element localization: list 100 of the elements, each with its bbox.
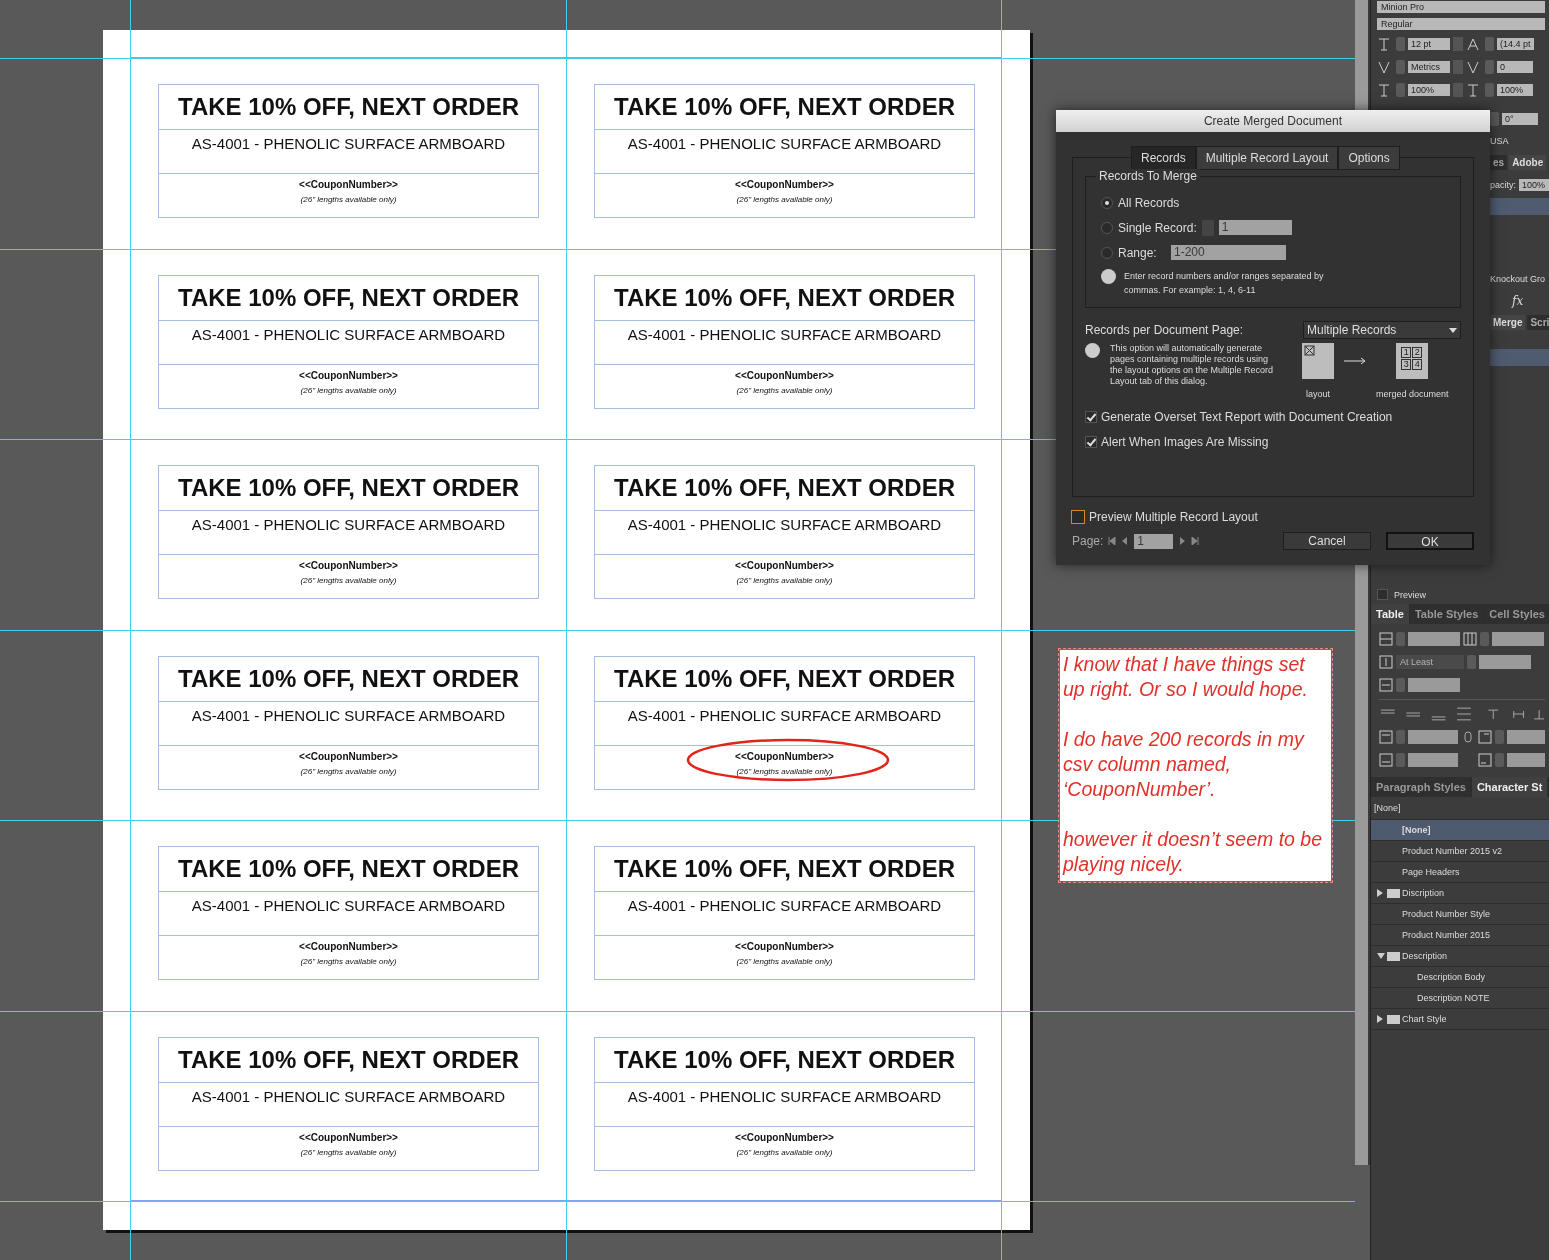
- page-field[interactable]: 1: [1134, 533, 1174, 549]
- right-inset-field[interactable]: [1506, 753, 1545, 767]
- radio-button[interactable]: [1101, 246, 1113, 259]
- dialog-button[interactable]: Cancel: [1283, 532, 1371, 550]
- coupon-product: AS-4001 - PHENOLIC SURFACE ARMBOARD: [159, 892, 538, 936]
- style-item[interactable]: Description Body: [1371, 967, 1549, 988]
- option-label: Single Record:: [1118, 220, 1197, 235]
- arrow-icon: [1344, 357, 1366, 365]
- record-field[interactable]: 1-200: [1171, 245, 1286, 260]
- stepper-icon[interactable]: [1490, 111, 1499, 126]
- top-inset-icon: [1379, 730, 1393, 744]
- stepper-icon[interactable]: [1485, 37, 1494, 51]
- column-width-field[interactable]: [1408, 678, 1460, 692]
- coupon-product: AS-4001 - PHENOLIC SURFACE ARMBOARD: [595, 701, 974, 746]
- coupon-number-field: <<CouponNumber>>: [735, 941, 834, 952]
- vertical-scale-field[interactable]: 100%: [1408, 84, 1450, 96]
- coupon-note: (26" lengths available only): [736, 385, 833, 395]
- dialog-tab[interactable]: Options: [1338, 146, 1400, 170]
- stepper-icon[interactable]: [1485, 83, 1494, 97]
- stepper-icon[interactable]: [1396, 678, 1405, 692]
- dialog-button[interactable]: OK: [1386, 532, 1474, 550]
- layout-page-icon: [1302, 343, 1334, 379]
- font-field[interactable]: Minion Pro: [1377, 1, 1545, 13]
- stepper-icon[interactable]: [1494, 753, 1504, 767]
- checkbox[interactable]: [1085, 410, 1097, 423]
- selected-row[interactable]: [1488, 198, 1549, 215]
- panel-tab[interactable]: Merge: [1490, 315, 1526, 330]
- horizontal-scale-field[interactable]: 100%: [1497, 84, 1533, 96]
- style-item[interactable]: Page Headers: [1371, 862, 1549, 883]
- stepper-icon[interactable]: [1494, 730, 1504, 744]
- record-field[interactable]: 1: [1218, 220, 1292, 235]
- panel-tab[interactable]: Adobe: [1509, 155, 1547, 170]
- record-number: 2: [1412, 347, 1423, 358]
- leading-field[interactable]: (14.4 pt: [1497, 38, 1534, 50]
- stepper-icon[interactable]: [1396, 753, 1405, 767]
- stepper-icon[interactable]: [1480, 632, 1489, 646]
- stepper-icon[interactable]: [1396, 730, 1405, 744]
- coupon-title: TAKE 10% OFF, NEXT ORDER: [159, 275, 538, 321]
- next-page-icon[interactable]: [1178, 537, 1187, 545]
- stepper-icon[interactable]: [1396, 632, 1405, 646]
- stepper-icon[interactable]: [1396, 60, 1405, 74]
- left-inset-field[interactable]: [1506, 730, 1545, 744]
- bottom-inset-field[interactable]: [1408, 753, 1459, 767]
- previous-page-icon[interactable]: [1121, 537, 1130, 545]
- coupon-title: TAKE 10% OFF, NEXT ORDER: [159, 466, 538, 511]
- last-page-icon[interactable]: [1191, 537, 1200, 545]
- row-height-dropdown[interactable]: At Least: [1396, 655, 1464, 669]
- diagram-caption: merged document: [1376, 389, 1449, 399]
- stepper-icon[interactable]: [1396, 83, 1405, 97]
- style-item[interactable]: [None]: [1371, 820, 1549, 841]
- group-legend: Records To Merge: [1096, 169, 1200, 183]
- effects-button[interactable]: fx: [1512, 293, 1524, 308]
- columns-field[interactable]: [1492, 632, 1544, 646]
- checkbox[interactable]: [1071, 509, 1085, 524]
- style-item[interactable]: Product Number Style: [1371, 904, 1549, 925]
- radio-button[interactable]: [1101, 196, 1113, 209]
- style-item[interactable]: Product Number 2015: [1371, 925, 1549, 946]
- first-page-icon[interactable]: [1108, 537, 1117, 545]
- records-per-page-dropdown[interactable]: Multiple Records: [1303, 321, 1461, 339]
- folder-icon: [1387, 888, 1400, 898]
- checkbox[interactable]: [1377, 589, 1388, 600]
- style-item[interactable]: Description NOTE: [1371, 988, 1549, 1009]
- coupon-title: TAKE 10% OFF, NEXT ORDER: [159, 847, 538, 892]
- panel-tab[interactable]: es: [1490, 155, 1508, 170]
- folder-icon: [1387, 1014, 1400, 1024]
- checkbox[interactable]: [1085, 435, 1097, 448]
- skew-field[interactable]: 0°: [1502, 112, 1538, 125]
- font-style-field[interactable]: Regular: [1377, 18, 1545, 30]
- dialog-tab[interactable]: Multiple Record Layout: [1195, 146, 1339, 170]
- rows-field[interactable]: [1408, 632, 1460, 646]
- note-paragraph: however it doesn’t seem to be playing nicely.: [1063, 827, 1324, 877]
- stepper-icon[interactable]: [1396, 37, 1405, 51]
- row-height-field[interactable]: [1479, 655, 1531, 669]
- selected-row[interactable]: [1488, 349, 1549, 366]
- style-item[interactable]: Product Number 2015 v2: [1371, 841, 1549, 862]
- checkbox-label: Alert When Images Are Missing: [1101, 434, 1269, 449]
- style-item[interactable]: Chart Style: [1371, 1009, 1549, 1030]
- panel-tab[interactable]: Scri: [1527, 315, 1549, 330]
- top-inset-field[interactable]: [1408, 730, 1458, 744]
- stepper-icon[interactable]: [1485, 60, 1494, 74]
- panel-tab[interactable]: Table: [1371, 604, 1409, 624]
- style-item[interactable]: Discription: [1371, 883, 1549, 904]
- coupon-product: AS-4001 - PHENOLIC SURFACE ARMBOARD: [595, 511, 974, 555]
- font-size-field[interactable]: 12 pt: [1408, 38, 1450, 50]
- alignment-icons-drawing[interactable]: [1379, 707, 1545, 721]
- tracking-icon: [1466, 60, 1480, 74]
- coupon-note: (26" lengths available only): [300, 385, 397, 395]
- coupon-number-field: <<CouponNumber>>: [299, 560, 398, 571]
- kerning-field[interactable]: Metrics: [1408, 61, 1450, 73]
- stepper-icon[interactable]: [1467, 655, 1476, 669]
- dialog-tab[interactable]: Records: [1131, 146, 1196, 170]
- kerning-icon: [1377, 60, 1391, 74]
- coupon-number-field: <<CouponNumber>>: [299, 179, 398, 190]
- opacity-field[interactable]: 100%: [1519, 178, 1549, 191]
- panel-tab[interactable]: Character St: [1471, 777, 1548, 797]
- coupon-product: AS-4001 - PHENOLIC SURFACE ARMBOARD: [159, 701, 538, 746]
- style-item[interactable]: Description: [1371, 946, 1549, 967]
- option-label: Range:: [1118, 245, 1158, 260]
- radio-button[interactable]: [1101, 221, 1113, 234]
- tracking-field[interactable]: 0: [1497, 61, 1533, 73]
